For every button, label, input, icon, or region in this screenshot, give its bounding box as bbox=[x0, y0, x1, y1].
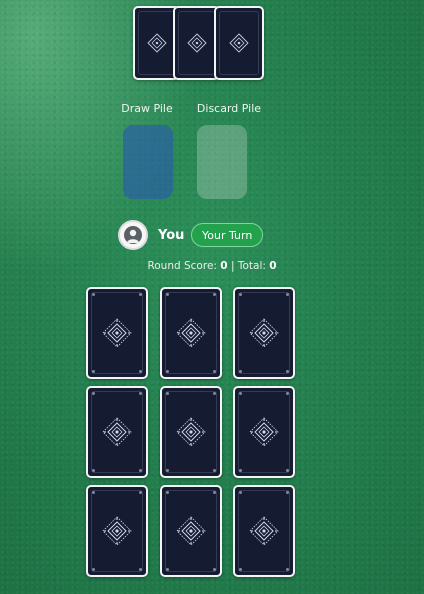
turn-badge: Your Turn bbox=[191, 223, 264, 247]
ornament-icon bbox=[102, 318, 132, 348]
ornament-icon bbox=[249, 516, 279, 546]
ornament-icon bbox=[229, 33, 249, 53]
ornament-icon bbox=[249, 318, 279, 348]
player-card[interactable] bbox=[233, 386, 295, 478]
player-card[interactable] bbox=[233, 485, 295, 577]
user-icon bbox=[124, 226, 142, 244]
opponent-card bbox=[173, 6, 220, 80]
ornament-icon bbox=[176, 417, 206, 447]
ornament-icon bbox=[176, 516, 206, 546]
player-card[interactable] bbox=[233, 287, 295, 379]
round-score-label: Round Score: bbox=[147, 260, 217, 272]
score-separator: | bbox=[230, 260, 235, 272]
player-name: You bbox=[158, 228, 185, 243]
player-card[interactable] bbox=[86, 287, 148, 379]
round-score-value: 0 bbox=[220, 260, 228, 272]
player-card[interactable] bbox=[160, 287, 222, 379]
player-card[interactable] bbox=[160, 386, 222, 478]
player-card[interactable] bbox=[160, 485, 222, 577]
total-score-value: 0 bbox=[269, 260, 277, 272]
draw-pile[interactable] bbox=[123, 125, 173, 199]
discard-pile[interactable] bbox=[197, 125, 247, 199]
ornament-icon bbox=[186, 33, 207, 53]
opponent-card bbox=[214, 6, 264, 80]
ornament-icon bbox=[146, 33, 167, 53]
ornament-icon bbox=[176, 318, 206, 348]
draw-pile-label: Draw Pile bbox=[121, 102, 173, 115]
ornament-icon bbox=[102, 516, 132, 546]
discard-pile-label: Discard Pile bbox=[196, 102, 262, 115]
player-card[interactable] bbox=[86, 386, 148, 478]
player-card[interactable] bbox=[86, 485, 148, 577]
ornament-icon bbox=[102, 417, 132, 447]
total-score-label: Total: bbox=[237, 260, 266, 272]
score-line: Round Score: 0 | Total: 0 bbox=[0, 260, 424, 272]
ornament-icon bbox=[249, 417, 279, 447]
avatar bbox=[118, 220, 148, 250]
